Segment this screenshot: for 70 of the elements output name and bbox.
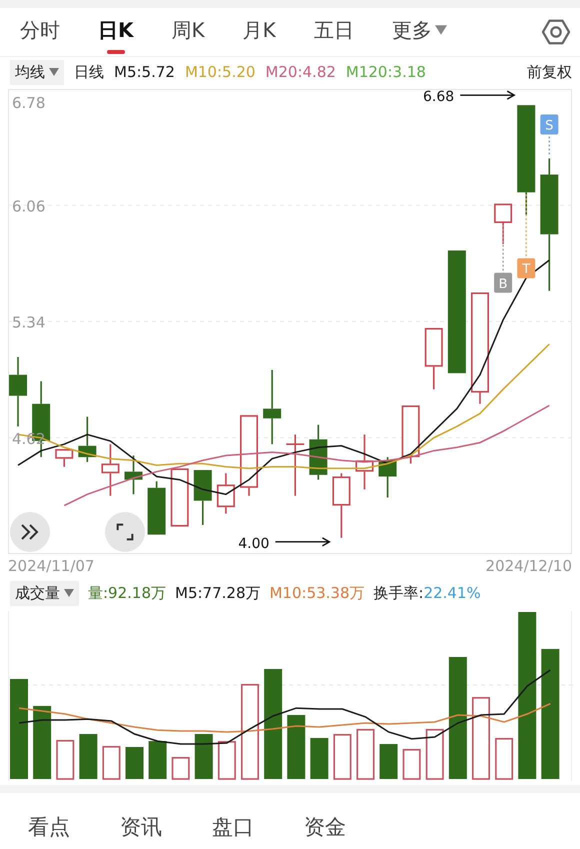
candlestick xyxy=(356,434,374,490)
arrow-icon xyxy=(460,90,516,100)
volume-bar xyxy=(426,728,444,780)
volume-bar xyxy=(356,728,374,780)
moving-average-label: M5:5.72 xyxy=(114,63,175,81)
candlestick xyxy=(101,444,120,496)
volume-bar xyxy=(56,740,74,780)
indicator-dropdown[interactable]: 均线 xyxy=(10,60,64,84)
bottom-tab[interactable]: 资金 xyxy=(300,807,350,847)
volume-bar xyxy=(172,757,190,780)
price-label: 6.68 xyxy=(423,89,454,106)
candlestick xyxy=(78,416,96,462)
volume-bar xyxy=(287,714,306,779)
volume-bar xyxy=(333,734,352,780)
bottom-tab[interactable]: 资讯 xyxy=(116,807,166,847)
volume-reading: 量:92.18万 xyxy=(88,584,166,602)
volume-bar xyxy=(218,741,236,780)
candlestick xyxy=(124,456,142,494)
period-tab[interactable]: 日K xyxy=(90,12,142,52)
adjustment-label[interactable]: 前复权 xyxy=(527,62,572,82)
indicator-dropdown[interactable]: 成交量 xyxy=(10,580,79,606)
period-tab[interactable]: 更多 xyxy=(384,12,455,52)
period-label: 日线 xyxy=(74,62,104,82)
candlestick xyxy=(494,202,512,244)
arrow-icon xyxy=(275,537,331,546)
volume-bar xyxy=(310,738,328,779)
volume-reading: M10:53.38万 xyxy=(269,584,365,602)
start-date: 2024/11/07 xyxy=(8,557,94,575)
moving-average-label: M120:3.18 xyxy=(346,63,426,81)
fullscreen-icon xyxy=(114,521,136,543)
end-date: 2024/12/10 xyxy=(486,557,572,575)
candlestick xyxy=(424,327,443,390)
candlestick xyxy=(309,424,328,480)
period-tab[interactable]: 分时 xyxy=(12,12,68,52)
period-tab[interactable]: 五日 xyxy=(306,12,362,52)
volume-bar xyxy=(402,748,421,780)
period-tab[interactable]: 月K xyxy=(234,12,284,52)
axis-label: 6.06 xyxy=(12,197,46,216)
candlestick xyxy=(55,448,74,467)
candlestick xyxy=(216,473,235,514)
axis-label: 6.78 xyxy=(12,94,46,112)
volume-bar xyxy=(102,746,120,780)
candlestick xyxy=(170,468,189,528)
caret-icon xyxy=(64,589,74,597)
candlestick xyxy=(9,357,27,426)
caret-icon xyxy=(434,25,447,35)
axis-label: 5.34 xyxy=(12,314,46,332)
volume-bar xyxy=(148,741,167,779)
price-label: 4.00 xyxy=(238,536,270,552)
moving-average-label: M20:4.82 xyxy=(265,63,336,81)
moving-average-label: M10:5.20 xyxy=(184,63,256,81)
turnover-value: 22.41% xyxy=(424,584,481,602)
candlestick xyxy=(402,404,420,464)
volume-bar xyxy=(495,738,514,780)
volume-bar xyxy=(79,734,98,779)
candlestick xyxy=(378,457,397,498)
candlestick xyxy=(286,434,304,496)
turnover-label: 换手率: xyxy=(374,584,424,602)
caret-icon xyxy=(49,68,59,76)
candlestick xyxy=(332,473,350,538)
volume-bar xyxy=(126,746,144,779)
volume-reading: M5:77.28万 xyxy=(175,584,260,602)
settings-icon[interactable] xyxy=(542,18,570,46)
bottom-tab[interactable]: 看点 xyxy=(24,807,74,847)
candlestick xyxy=(194,469,212,525)
volume-bar xyxy=(380,744,398,779)
bottom-tab[interactable]: 盘口 xyxy=(208,807,258,847)
candlestick xyxy=(148,481,166,536)
period-tab[interactable]: 周K xyxy=(164,12,213,52)
volume-bar xyxy=(194,734,213,779)
